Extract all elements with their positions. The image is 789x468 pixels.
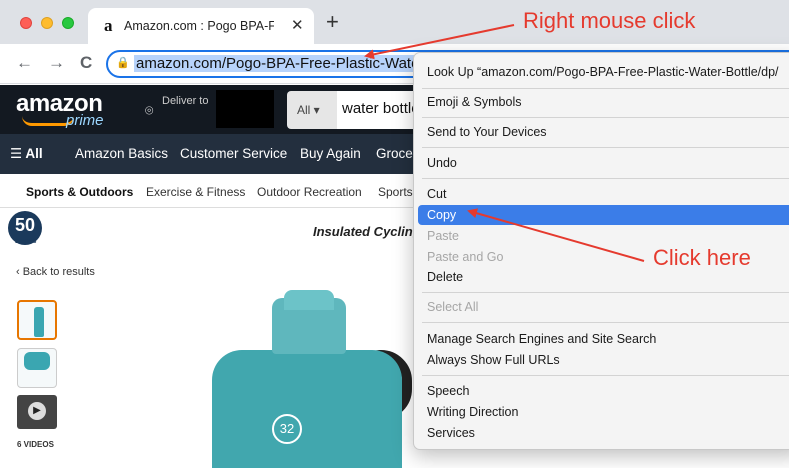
bottle-thumbnail-image bbox=[34, 307, 44, 337]
videos-count-label[interactable]: 6 VIDEOS bbox=[17, 440, 54, 449]
tab-title: Amazon.com : Pogo BPA-Free bbox=[124, 19, 274, 33]
bottle-cap-top-shape bbox=[284, 290, 334, 310]
forward-arrow-icon[interactable]: → bbox=[48, 53, 65, 73]
ctx-copy[interactable]: Copy bbox=[418, 205, 789, 225]
product-thumbnail-2[interactable] bbox=[17, 348, 57, 388]
ctx-writing-direction[interactable]: Writing Direction bbox=[414, 402, 789, 422]
play-icon: ▶ bbox=[28, 402, 46, 420]
ctx-services[interactable]: Services bbox=[414, 423, 789, 443]
ctx-send-to-devices[interactable]: Send to Your Devices bbox=[414, 122, 789, 142]
hamburger-icon: ☰ bbox=[10, 146, 23, 161]
back-arrow-icon[interactable]: ← bbox=[16, 53, 33, 73]
amazon-favicon-icon: a bbox=[104, 16, 113, 35]
click-here-annotation: Click here bbox=[653, 245, 751, 270]
brand-badge-sub: STRONG bbox=[15, 239, 37, 245]
video-thumbnail[interactable]: ▶ bbox=[17, 395, 57, 429]
ctx-select-all: Select All bbox=[427, 300, 479, 314]
ctx-always-show-full-urls[interactable]: Always Show Full URLs bbox=[414, 350, 789, 370]
bottle-body-shape bbox=[212, 350, 402, 468]
nav-customer-service[interactable]: Customer Service bbox=[180, 146, 287, 161]
ctx-look-up[interactable]: Look Up “amazon.com/Pogo-BPA-Free-Plasti… bbox=[414, 62, 789, 82]
ctx-cut[interactable]: Cut bbox=[414, 184, 789, 204]
search-category-select[interactable]: All ▾ bbox=[287, 91, 337, 129]
ctx-separator bbox=[422, 292, 789, 293]
product-main-image[interactable]: 32 bbox=[200, 290, 420, 468]
bottle-size-badge: 32 bbox=[272, 414, 302, 444]
new-tab-button[interactable]: + bbox=[326, 9, 339, 35]
location-pin-icon[interactable]: ⌾ bbox=[145, 102, 153, 119]
subnav-sports[interactable]: Sports bbox=[378, 185, 413, 199]
maximize-window-button[interactable] bbox=[62, 17, 74, 29]
nav-grocery[interactable]: Grocer bbox=[376, 146, 417, 161]
ctx-undo[interactable]: Undo bbox=[414, 153, 789, 173]
minimize-window-button[interactable] bbox=[41, 17, 53, 29]
deliver-to-label[interactable]: Deliver to bbox=[162, 95, 208, 107]
cap-thumbnail-image bbox=[24, 352, 50, 370]
product-thumbnail-1[interactable] bbox=[17, 300, 57, 340]
close-window-button[interactable] bbox=[20, 17, 32, 29]
redacted-address bbox=[216, 90, 274, 128]
prime-label: prime bbox=[66, 112, 104, 129]
nav-buy-again[interactable]: Buy Again bbox=[300, 146, 361, 161]
ctx-manage-search-engines[interactable]: Manage Search Engines and Site Search bbox=[414, 329, 789, 349]
tab-close-icon[interactable]: ✕ bbox=[291, 16, 304, 34]
nav-amazon-basics[interactable]: Amazon Basics bbox=[75, 146, 168, 161]
subnav-exercise-fitness[interactable]: Exercise & Fitness bbox=[146, 185, 245, 199]
ctx-paste: Paste bbox=[427, 229, 459, 243]
ctx-separator bbox=[422, 117, 789, 118]
ctx-separator bbox=[422, 375, 789, 376]
nav-all-label: All bbox=[25, 146, 43, 161]
right-click-annotation: Right mouse click bbox=[523, 8, 696, 33]
banner-headline[interactable]: Insulated Cycling bbox=[313, 224, 421, 239]
subnav-outdoor-recreation[interactable]: Outdoor Recreation bbox=[257, 185, 362, 199]
subnav-sports-outdoors[interactable]: Sports & Outdoors bbox=[26, 185, 133, 199]
ctx-emoji-symbols[interactable]: Emoji & Symbols bbox=[414, 92, 789, 112]
ctx-speech[interactable]: Speech bbox=[414, 381, 789, 401]
back-to-results-link[interactable]: ‹ Back to results bbox=[16, 266, 95, 278]
ctx-separator bbox=[422, 322, 789, 323]
reload-icon[interactable]: C bbox=[80, 53, 92, 73]
browser-tab[interactable]: a Amazon.com : Pogo BPA-Free ✕ bbox=[88, 8, 314, 44]
ctx-separator bbox=[422, 178, 789, 179]
ctx-separator bbox=[422, 88, 789, 89]
lock-icon[interactable]: 🔒 bbox=[116, 56, 130, 69]
nav-all-menu[interactable]: ☰ All bbox=[10, 146, 43, 162]
ctx-separator bbox=[422, 147, 789, 148]
